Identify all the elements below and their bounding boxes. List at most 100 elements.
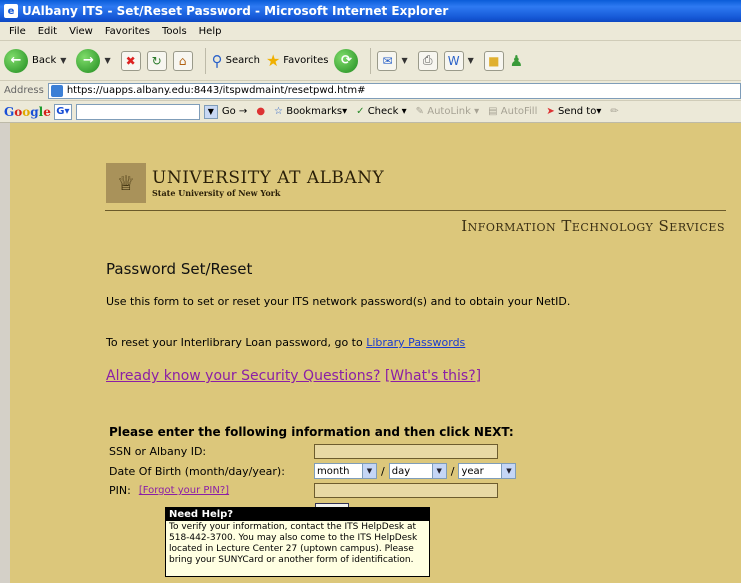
menu-view[interactable]: View <box>69 26 93 37</box>
library-passwords-link[interactable]: Library Passwords <box>366 336 465 349</box>
refresh-button[interactable]: ↻ <box>146 50 167 71</box>
messenger-button[interactable]: ♟ <box>510 52 523 70</box>
menu-favorites[interactable]: Favorites <box>105 26 150 37</box>
back-button[interactable]: ← Back ▼ <box>4 48 70 73</box>
star-icon: ★ <box>265 51 281 70</box>
bookmarks-label: Bookmarks <box>286 106 343 117</box>
suny-subtitle: State University of New York <box>152 188 281 198</box>
help-tooltip: Need Help? To verify your information, c… <box>165 507 430 577</box>
favorites-label: Favorites <box>283 55 329 66</box>
title-bar: e UAlbany ITS - Set/Reset Password - Mic… <box>0 0 741 22</box>
forward-arrow-icon: → <box>76 48 101 73</box>
day-select[interactable]: day ▼ <box>388 463 447 479</box>
google-go-button[interactable]: Go → <box>222 106 247 117</box>
intro-text: Use this form to set or reset your ITS n… <box>106 295 571 308</box>
pencil-icon: ✏ <box>610 106 619 117</box>
google-menu-button[interactable]: G▾ <box>53 103 72 120</box>
pagerank-button[interactable]: ● <box>256 106 265 117</box>
history-button[interactable]: ⟳ <box>334 48 359 73</box>
toolbar-separator <box>204 47 206 74</box>
forward-dropdown-icon[interactable]: ▼ <box>104 56 110 65</box>
search-icon: ⚲ <box>211 51 223 70</box>
menu-help[interactable]: Help <box>199 26 222 37</box>
chevron-down-icon: ▼ <box>362 464 376 478</box>
menu-tools[interactable]: Tools <box>162 26 187 37</box>
edit-button[interactable]: W ▼ <box>443 50 478 71</box>
help-body: To verify your information, contact the … <box>169 522 418 565</box>
forward-button[interactable]: → ▼ <box>76 48 114 73</box>
date-separator: / <box>450 464 455 478</box>
university-seal-icon: ♕ <box>106 163 146 203</box>
standard-toolbar: ← Back ▼ → ▼ ✖ ↻ ⌂ ⚲ Search ★ Favorites … <box>0 41 741 81</box>
university-brand: ♕ UNIVERSITY AT ALBANY State University … <box>106 163 384 203</box>
mail-dropdown-icon[interactable]: ▼ <box>401 56 407 65</box>
address-input[interactable]: https://uapps.albany.edu:8443/itspwdmain… <box>47 82 741 99</box>
autolink-label: AutoLink <box>427 106 471 117</box>
messenger-icon: ♟ <box>509 51 524 70</box>
year-value: year <box>461 465 484 477</box>
date-separator: / <box>381 464 385 478</box>
sendto-button[interactable]: ➤ Send to ▾ <box>546 106 601 117</box>
menu-bar: File Edit View Favorites Tools Help <box>0 22 741 41</box>
bookmarks-button[interactable]: ☆ Bookmarks ▾ <box>274 106 347 117</box>
google-logo[interactable]: Google <box>4 105 51 119</box>
header-divider <box>105 210 726 211</box>
security-questions-link[interactable]: Already know your Security Questions? <box>106 368 380 384</box>
folder-button[interactable]: ■ <box>483 50 504 71</box>
year-select[interactable]: year ▼ <box>458 463 517 479</box>
autofill-button[interactable]: ▤ AutoFill <box>488 106 537 117</box>
autolink-button[interactable]: ✎ AutoLink ▾ <box>416 106 479 117</box>
history-icon: ⟳ <box>334 48 359 73</box>
google-search-dropdown[interactable]: ▼ <box>203 104 218 119</box>
pin-label: PIN: <box>109 484 131 497</box>
home-icon: ⌂ <box>172 50 193 71</box>
mail-button[interactable]: ✉ ▼ <box>377 50 411 71</box>
pin-input[interactable] <box>314 483 498 498</box>
help-title: Need Help? <box>166 508 429 521</box>
page-title: Password Set/Reset <box>106 260 253 278</box>
google-search-input[interactable] <box>75 103 200 120</box>
ie-icon: e <box>4 4 18 18</box>
word-icon: W <box>443 50 464 71</box>
month-select[interactable]: month ▼ <box>314 463 377 479</box>
print-button[interactable]: ⎙ <box>417 50 438 71</box>
autolink-icon: ✎ <box>415 106 425 117</box>
form-heading: Please enter the following information a… <box>109 425 514 439</box>
home-button[interactable]: ⌂ <box>172 50 193 71</box>
back-dropdown-icon[interactable]: ▼ <box>60 56 66 65</box>
whats-this-link[interactable]: [What's this?] <box>385 368 481 384</box>
menu-file[interactable]: File <box>9 26 26 37</box>
dob-row: Date Of Birth (month/day/year): month ▼ … <box>109 463 517 479</box>
stop-button[interactable]: ✖ <box>120 50 141 71</box>
back-label: Back <box>32 55 57 66</box>
menu-edit[interactable]: Edit <box>38 26 57 37</box>
search-button[interactable]: ⚲ Search <box>212 52 260 70</box>
mail-icon: ✉ <box>377 50 398 71</box>
print-icon: ⎙ <box>417 50 438 71</box>
highlight-button[interactable]: ✏ <box>610 106 618 117</box>
favorites-button[interactable]: ★ Favorites <box>266 51 329 70</box>
spellcheck-button[interactable]: ✓ Check ▾ <box>356 106 407 117</box>
month-value: month <box>317 465 350 477</box>
interlibrary-text: To reset your Interlibrary Loan password… <box>106 336 465 349</box>
stop-icon: ✖ <box>120 50 141 71</box>
forgot-pin-link[interactable]: [Forgot your PIN?] <box>139 485 229 496</box>
pagerank-icon: ● <box>256 106 266 117</box>
folder-icon: ■ <box>483 50 504 71</box>
sendto-icon: ➤ <box>546 106 555 117</box>
pin-label-group: PIN: [Forgot your PIN?] <box>109 484 314 497</box>
dob-label: Date Of Birth (month/day/year): <box>109 464 285 478</box>
university-name: UNIVERSITY AT ALBANY <box>152 168 385 188</box>
its-heading: Information Technology Services <box>461 217 725 235</box>
chevron-down-icon: ▼ <box>431 464 446 478</box>
pin-row: PIN: [Forgot your PIN?] <box>109 483 498 498</box>
check-icon: ✓ <box>356 106 365 117</box>
ssn-input[interactable] <box>314 444 498 459</box>
go-label: Go <box>221 106 236 117</box>
edit-dropdown-icon[interactable]: ▼ <box>468 56 474 65</box>
toolbar-separator <box>370 47 372 74</box>
window-title: UAlbany ITS - Set/Reset Password - Micro… <box>22 4 449 18</box>
google-toolbar: Google G▾ ▼ Go → ● ☆ Bookmarks ▾ ✓ Check … <box>0 101 741 123</box>
refresh-icon: ↻ <box>146 50 167 71</box>
autofill-label: AutoFill <box>500 106 538 117</box>
